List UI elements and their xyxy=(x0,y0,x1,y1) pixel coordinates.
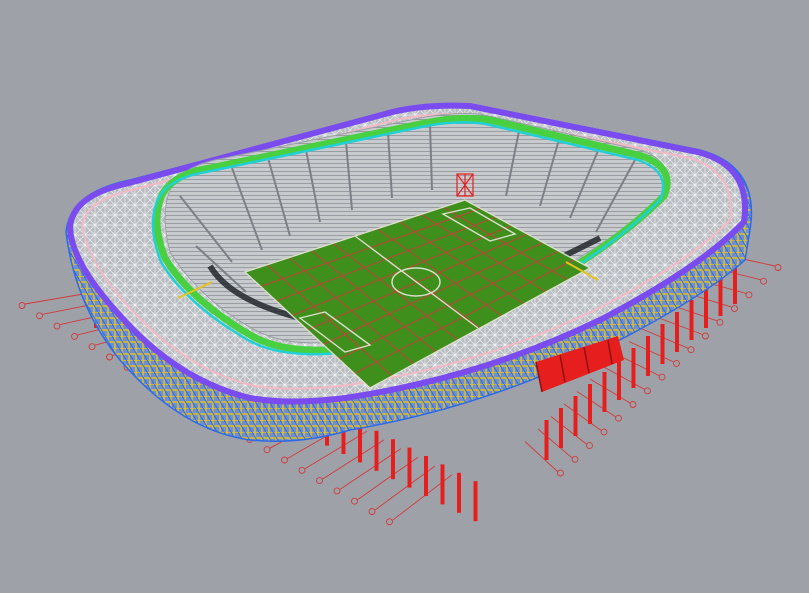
support-column xyxy=(457,472,461,513)
grid-bubble xyxy=(731,305,738,313)
grid-bubble xyxy=(658,373,666,381)
support-column xyxy=(374,430,379,471)
grid-line xyxy=(628,341,674,363)
grid-bubble xyxy=(106,353,113,361)
grid-bubble xyxy=(600,428,608,436)
support-column xyxy=(660,324,665,364)
grid-line xyxy=(563,403,602,431)
grid-bubble xyxy=(18,302,26,309)
support-column xyxy=(588,384,592,424)
support-column xyxy=(391,439,395,480)
grid-bubble xyxy=(702,332,709,340)
support-column xyxy=(631,348,636,388)
grid-line xyxy=(537,428,573,459)
grid-bubble xyxy=(71,332,78,340)
grid-line xyxy=(550,416,587,445)
grid-bubble xyxy=(386,518,393,526)
support-column xyxy=(718,276,723,316)
grid-bubble xyxy=(333,487,341,495)
grid-bubble xyxy=(281,456,288,464)
stadium-wireframe-model xyxy=(18,102,782,526)
grid-line xyxy=(524,441,558,472)
grid-bubble xyxy=(368,508,376,515)
grid-bubble xyxy=(316,477,323,485)
grid-line xyxy=(602,366,645,390)
grid-bubble xyxy=(263,446,271,454)
grid-bubble xyxy=(36,312,43,320)
model-viewport[interactable] xyxy=(0,0,809,593)
grid-bubble xyxy=(745,291,753,299)
grid-bubble xyxy=(673,359,680,367)
support-column xyxy=(559,408,563,448)
grid-bubble xyxy=(557,469,564,477)
grid-bubble xyxy=(571,455,579,463)
support-column xyxy=(473,481,478,522)
support-column xyxy=(407,447,412,488)
support-column xyxy=(440,464,445,505)
grid-bubble xyxy=(629,401,637,408)
support-column xyxy=(689,300,694,340)
grid-bubble xyxy=(298,466,306,474)
grid-line xyxy=(589,378,631,404)
grid-bubble xyxy=(586,442,593,450)
grid-bubble xyxy=(760,277,767,285)
grid-line xyxy=(576,391,616,418)
support-column xyxy=(646,336,650,376)
support-column xyxy=(675,312,679,352)
support-column xyxy=(424,456,428,496)
grid-bubble xyxy=(88,343,96,351)
grid-bubble xyxy=(644,387,651,395)
grid-bubble xyxy=(53,322,61,330)
support-column xyxy=(544,420,549,460)
grid-bubble xyxy=(687,346,695,354)
support-column xyxy=(573,396,578,436)
grid-bubble xyxy=(716,318,724,326)
support-column xyxy=(602,372,607,412)
grid-bubble xyxy=(615,414,622,422)
support-column xyxy=(704,288,708,328)
grid-bubble xyxy=(351,497,358,505)
support-column xyxy=(617,360,621,400)
grid-bubble xyxy=(774,264,782,271)
